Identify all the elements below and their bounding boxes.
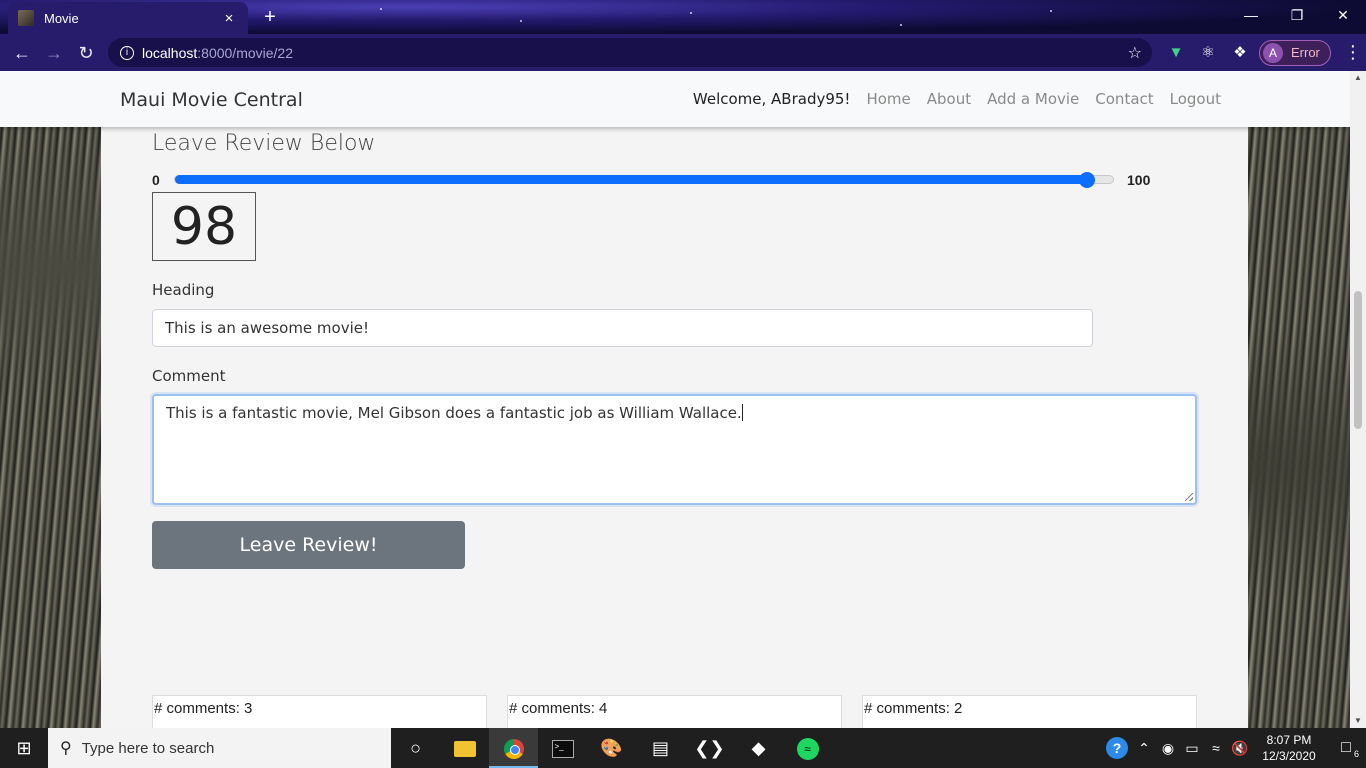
react-devtools-icon[interactable]: ⚛ <box>1195 38 1221 67</box>
search-icon: ⚲ <box>60 740 72 757</box>
scrollbar-thumb[interactable] <box>1354 291 1362 429</box>
movie-card[interactable]: # comments: 4 <box>507 695 842 728</box>
browser-tabstrip: Movie × + — ❐ ✕ <box>0 0 1366 34</box>
nav-about[interactable]: About <box>927 90 971 108</box>
comment-text: This is a fantastic movie, Mel Gibson do… <box>166 404 742 422</box>
vscode-icon[interactable]: ❮❯ <box>685 728 734 768</box>
movie-card[interactable]: # comments: 2 <box>862 695 1197 728</box>
heading-input[interactable]: This is an awesome movie! <box>152 309 1093 347</box>
slider-fill <box>175 175 1087 184</box>
page-viewport: Maui Movie Central Welcome, ABrady95! Ho… <box>0 71 1350 728</box>
notepad-icon[interactable]: ▤ <box>636 728 685 768</box>
nav-add-movie[interactable]: Add a Movie <box>987 90 1079 108</box>
file-explorer-icon[interactable] <box>440 728 489 768</box>
score-display: 98 <box>152 192 256 261</box>
browser-toolbar: ← → ↻ i localhost:8000/movie/22 ☆ ▼ ⚛ ❖ … <box>0 34 1366 71</box>
extensions-area: ▼ ⚛ ❖ A Error ⋮ <box>1163 38 1363 67</box>
tab-close-icon[interactable]: × <box>220 10 238 27</box>
windows-start-icon[interactable]: ⊞ <box>0 728 48 768</box>
system-tray: ? ⌃ ◉ ▭ ≈ 🔇 8:07 PM 12/3/2020 □ 6 <box>1106 728 1366 768</box>
info-icon[interactable]: i <box>120 45 134 60</box>
leave-review-button[interactable]: Leave Review! <box>152 521 465 569</box>
profile-status: Error <box>1291 45 1320 60</box>
wifi-icon[interactable]: ≈ <box>1204 740 1228 756</box>
profile-button[interactable]: A Error <box>1259 39 1331 66</box>
text-caret <box>741 404 743 421</box>
scroll-down-icon[interactable]: ▼ <box>1350 714 1366 728</box>
close-window-button[interactable]: ✕ <box>1320 0 1366 30</box>
slider-min-label: 0 <box>152 172 160 188</box>
review-section-title: Leave Review Below <box>152 131 376 156</box>
git-icon[interactable]: ◆ <box>734 728 783 768</box>
score-slider-row: 0 100 <box>152 171 1162 191</box>
terminal-icon[interactable]: >_ <box>538 728 587 768</box>
back-icon[interactable]: ← <box>6 37 38 69</box>
chevron-up-icon[interactable]: ⌃ <box>1132 740 1156 757</box>
spotify-icon[interactable]: ≈ <box>783 728 832 768</box>
url-host: localhost <box>142 44 198 61</box>
avatar: A <box>1263 42 1283 63</box>
nav-contact[interactable]: Contact <box>1095 90 1153 108</box>
clock-date: 12/3/2020 <box>1262 749 1316 763</box>
paint-icon[interactable]: 🎨 <box>587 728 636 768</box>
minimize-button[interactable]: — <box>1228 0 1274 30</box>
nav-home[interactable]: Home <box>866 90 910 108</box>
url-path: :8000/movie/22 <box>197 44 293 61</box>
notifications-icon[interactable]: □ 6 <box>1326 739 1366 759</box>
help-icon[interactable]: ? <box>1106 737 1128 759</box>
extensions-icon[interactable]: ❖ <box>1227 38 1253 67</box>
search-placeholder: Type here to search <box>81 739 215 757</box>
chrome-icon[interactable] <box>489 728 538 768</box>
comment-count: # comments: 2 <box>864 700 963 717</box>
windows-taskbar: ⊞ ⚲ Type here to search ○ >_ 🎨 ▤ ❮❯ ◆ ≈ … <box>0 728 1366 768</box>
site-brand[interactable]: Maui Movie Central <box>120 89 303 111</box>
window-controls: — ❐ ✕ <box>1228 0 1366 30</box>
battery-icon[interactable]: ▭ <box>1180 740 1204 757</box>
comment-label: Comment <box>152 367 226 385</box>
tab-title: Movie <box>44 10 79 26</box>
comment-count: # comments: 3 <box>154 700 253 717</box>
taskbar-search[interactable]: ⚲ Type here to search <box>48 728 391 768</box>
slider-max-label: 100 <box>1127 172 1151 188</box>
comment-textarea[interactable]: This is a fantastic movie, Mel Gibson do… <box>152 394 1197 505</box>
movie-favicon-icon <box>18 10 34 26</box>
score-slider[interactable] <box>174 172 1114 188</box>
system-clock[interactable]: 8:07 PM 12/3/2020 <box>1252 732 1326 764</box>
comment-count: # comments: 4 <box>509 700 608 717</box>
page-scrollbar[interactable]: ▲ ▼ <box>1350 71 1366 728</box>
reload-icon[interactable]: ↻ <box>70 37 102 69</box>
heading-label: Heading <box>152 281 215 299</box>
cortana-icon[interactable]: ○ <box>391 728 440 768</box>
network-status-icon[interactable]: ◉ <box>1156 740 1180 757</box>
bookmark-star-icon[interactable]: ☆ <box>1128 43 1142 63</box>
resize-grip-icon[interactable] <box>1185 493 1193 501</box>
site-navbar: Maui Movie Central Welcome, ABrady95! Ho… <box>0 71 1350 127</box>
slider-thumb[interactable] <box>1078 172 1095 188</box>
nav-links: Welcome, ABrady95! Home About Add a Movi… <box>693 90 1221 108</box>
notification-count: 6 <box>1353 749 1359 759</box>
scroll-up-icon[interactable]: ▲ <box>1350 71 1366 85</box>
welcome-message: Welcome, ABrady95! <box>692 90 851 108</box>
movie-card[interactable]: # comments: 3 <box>152 695 487 728</box>
browser-tab-movie[interactable]: Movie × <box>8 2 248 34</box>
restore-button[interactable]: ❐ <box>1274 0 1320 30</box>
menu-icon[interactable]: ⋮ <box>1343 42 1363 63</box>
nav-logout[interactable]: Logout <box>1170 90 1221 108</box>
address-bar[interactable]: i localhost:8000/movie/22 ☆ <box>108 38 1152 67</box>
new-tab-button[interactable]: + <box>258 6 282 30</box>
forward-icon[interactable]: → <box>38 37 70 69</box>
vue-devtools-icon[interactable]: ▼ <box>1163 38 1189 67</box>
volume-muted-icon[interactable]: 🔇 <box>1228 740 1252 757</box>
clock-time: 8:07 PM <box>1266 733 1312 747</box>
